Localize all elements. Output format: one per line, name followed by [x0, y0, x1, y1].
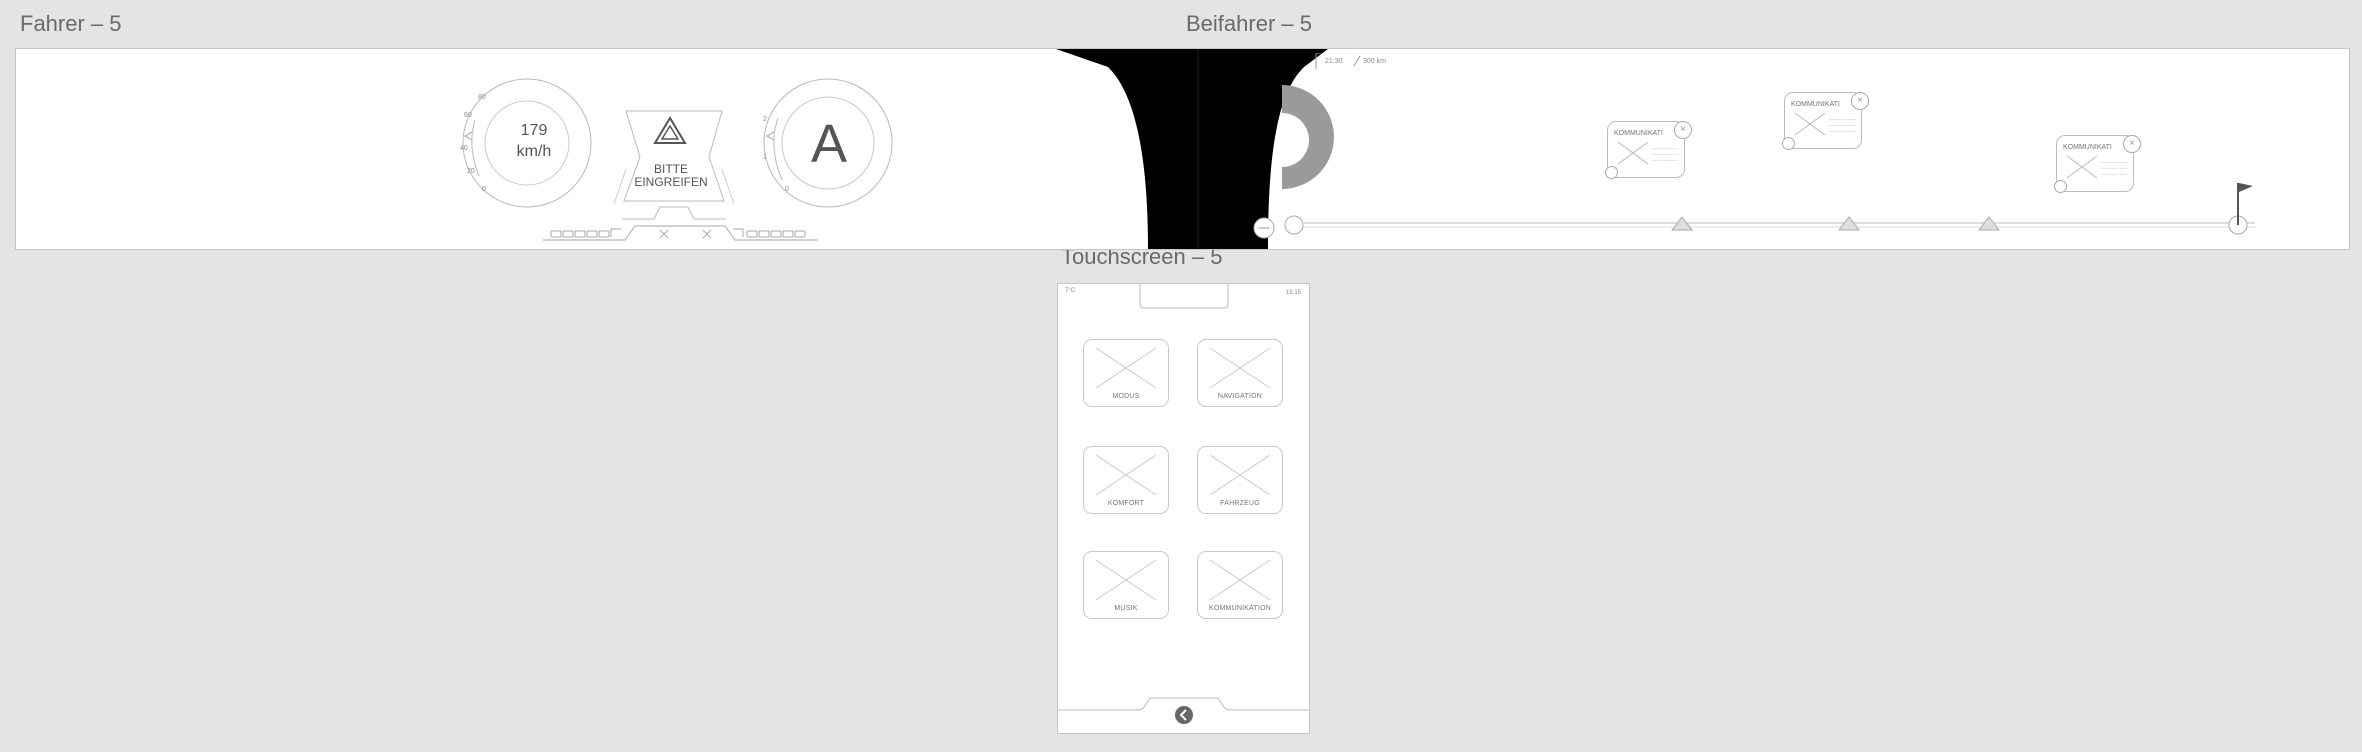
tile-navigation[interactable]: NAVIGATION	[1197, 339, 1283, 407]
speed-unit: km/h	[516, 143, 552, 160]
card-text: —— —— ——	[1829, 116, 1856, 121]
top-notch	[1139, 284, 1229, 309]
trip-distance: 300 km	[1363, 58, 1386, 65]
image-placeholder-icon	[1096, 348, 1156, 388]
tile-komfort[interactable]: KOMFORT	[1083, 446, 1169, 514]
card-text: —— —— ——	[2101, 165, 2128, 170]
autonomy-tick: 2	[763, 116, 767, 123]
touchscreen-board: 7°C 15:15 MODUS NAVIGATION KOMFORT FAHRZ…	[1057, 283, 1310, 734]
card-text: —— —— ——	[1652, 151, 1679, 156]
chevron-left-icon[interactable]	[1174, 705, 1194, 725]
card-title: KOMMUNIKATI	[2063, 144, 2112, 151]
alert-text-line2: EINGREIFEN	[634, 175, 708, 189]
image-placeholder-icon	[1210, 348, 1270, 388]
tile-fahrzeug[interactable]: FAHRZEUG	[1197, 446, 1283, 514]
indicator-strip	[543, 225, 818, 241]
card-status-dot[interactable]	[1782, 137, 1795, 150]
card-text: —— —— ——	[2101, 159, 2128, 164]
card-title: KOMMUNIKATI	[1614, 130, 1663, 137]
image-placeholder-icon	[1795, 113, 1825, 135]
autonomy-tick: 1	[763, 154, 767, 161]
card-title: KOMMUNIKATI	[1791, 101, 1840, 108]
hazard-warning-icon	[653, 116, 687, 144]
image-placeholder-icon	[1210, 560, 1270, 600]
status-temperature: 7°C	[1065, 288, 1076, 294]
tile-label: MODUS	[1112, 393, 1140, 400]
autonomy-letter: A	[810, 114, 848, 174]
speed-tick: 80	[478, 94, 486, 101]
artboard-title-beifahrer: Beifahrer – 5	[1186, 11, 1312, 36]
image-placeholder-icon	[1096, 560, 1156, 600]
tile-musik[interactable]: MUSIK	[1083, 551, 1169, 619]
tile-label: KOMFORT	[1107, 500, 1145, 507]
speed-value: 179	[520, 122, 548, 139]
dashboard-board: 80 60 40 20 0 179 km/h BITTE EINGREIFEN	[15, 48, 2350, 250]
close-icon[interactable]: ×	[1851, 92, 1869, 110]
card-text: —— —— ——	[1652, 157, 1679, 162]
card-text: —— —— ——	[1829, 128, 1856, 133]
small-button-label: ennoz	[1258, 225, 1270, 230]
close-icon[interactable]: ×	[2123, 135, 2141, 153]
tile-label: FAHRZEUG	[1220, 500, 1260, 507]
close-icon[interactable]: ×	[1674, 121, 1692, 139]
speed-tick: 60	[464, 112, 472, 119]
distance-icon	[1353, 55, 1361, 67]
trip-time: 21:30	[1325, 58, 1343, 65]
alert-text-line1: BITTE	[653, 162, 688, 176]
autonomy-tick: 0	[785, 186, 789, 193]
card-text: —— —— ——	[1652, 145, 1679, 150]
speed-tick: 0	[482, 186, 486, 193]
status-clock: 15:15	[1285, 290, 1301, 296]
image-placeholder-icon	[1096, 455, 1156, 495]
tile-label: KOMMUNIKATION	[1209, 605, 1271, 612]
speed-tick: 40	[460, 145, 468, 152]
card-text: —— —— ——	[1829, 122, 1856, 127]
artboard-title-fahrer: Fahrer – 5	[20, 11, 122, 36]
speed-tick: 20	[467, 168, 475, 175]
tile-label: NAVIGATION	[1217, 393, 1263, 400]
image-placeholder-icon	[1618, 142, 1648, 164]
image-placeholder-icon	[1210, 455, 1270, 495]
tile-modus[interactable]: MODUS	[1083, 339, 1169, 407]
tile-label: MUSIK	[1114, 605, 1138, 612]
tile-kommunikation[interactable]: KOMMUNIKATION	[1197, 551, 1283, 619]
route-progress-bar	[1284, 183, 2255, 235]
clock-marker-icon	[1315, 53, 1321, 69]
